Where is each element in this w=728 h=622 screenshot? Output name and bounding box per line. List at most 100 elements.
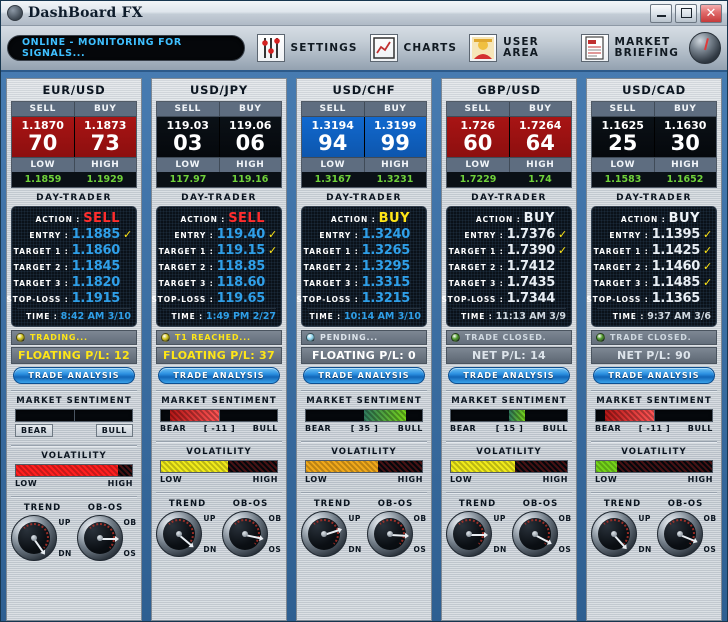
buy-price-cell[interactable]: 1.3199 99 (365, 117, 427, 157)
trade-value: 1.1395 (651, 227, 701, 242)
status-indicator-dot (596, 333, 605, 342)
bull-button[interactable]: BULL (95, 424, 133, 437)
trade-row-time: TIME : 1:49 PM 2/27 (162, 308, 276, 322)
sell-price-cell[interactable]: 119.03 03 (157, 117, 220, 157)
sentiment-meter[interactable] (305, 409, 423, 422)
action-check-spacer: ✓ (123, 212, 131, 225)
quote-lowhigh: 117.97 119.16 (157, 172, 281, 187)
trade-row: ENTRY : 1.1395 ✓ (597, 227, 712, 242)
trade-check-icon: ✓ (703, 260, 713, 273)
minimize-button[interactable] (650, 3, 672, 23)
gauge-titles: TREND OB-OS (301, 499, 427, 509)
trend-gauge (591, 511, 638, 557)
buy-price-cell[interactable]: 1.1630 30 (655, 117, 717, 157)
trade-row: ENTRY : 119.40 ✓ (162, 227, 277, 242)
action-value: SELL (228, 211, 265, 226)
sentiment-fill (509, 410, 526, 421)
buy-header: BUY (239, 104, 262, 114)
trade-check-icon: ✓ (123, 260, 131, 273)
bear-label: BEAR (305, 424, 332, 433)
section-divider (11, 496, 137, 497)
trade-check-icon: ✓ (268, 292, 276, 305)
buy-price-cell[interactable]: 1.7264 64 (510, 117, 572, 157)
trade-analysis-button[interactable]: TRADE ANALYSIS (13, 367, 135, 384)
action-check-spacer: ✓ (703, 212, 711, 225)
trade-analysis-label: TRADE ANALYSIS (173, 371, 265, 380)
trade-analysis-button[interactable]: TRADE ANALYSIS (593, 367, 715, 384)
trade-analysis-button[interactable]: TRADE ANALYSIS (303, 367, 425, 384)
sentiment-fill (364, 410, 406, 421)
quote-footer: LOW HIGH (157, 157, 281, 172)
profit-loss-strip: NET P/L: 14 (446, 347, 572, 364)
gauge-hub (676, 531, 683, 537)
sentiment-meter[interactable] (15, 409, 133, 422)
toolbar-item-market-briefing[interactable]: MARKET BRIEFING (580, 34, 679, 62)
volatility-low-label: LOW (595, 475, 618, 484)
maximize-button[interactable] (675, 3, 697, 23)
gauge-titles: TREND OB-OS (11, 503, 137, 513)
trade-row: TARGET 2 : 1.3295 ✓ (304, 259, 421, 274)
volatility-title: VOLATILITY (186, 447, 252, 457)
low-value: 117.97 (169, 174, 207, 185)
document-icon (580, 34, 609, 62)
trend-gauge (11, 515, 58, 561)
quote-box: SELL BUY 1.3194 94 1.3199 99 LOW HIGH 1.… (301, 101, 427, 188)
trade-analysis-button[interactable]: TRADE ANALYSIS (158, 367, 280, 384)
trade-status-text: T1 REACHED... (175, 333, 251, 342)
sell-header: SELL (302, 102, 365, 116)
obos-ob-label: OB (268, 514, 282, 523)
action-label: ACTION : (475, 215, 521, 224)
trade-label: STOP-LOSS : (441, 295, 504, 304)
close-button[interactable]: ✕ (700, 3, 722, 23)
profit-loss-strip: FLOATING P/L: 12 (11, 347, 137, 364)
bear-button[interactable]: BEAR (15, 424, 54, 437)
buy-header: BUY (674, 104, 697, 114)
volatility-meter (305, 460, 423, 473)
trade-analysis-button[interactable]: TRADE ANALYSIS (448, 367, 570, 384)
trade-label: ENTRY : (464, 231, 504, 240)
toolbar-item-charts[interactable]: CHARTS (369, 34, 458, 62)
trade-row: TARGET 2 : 1.1845 ✓ (14, 259, 131, 274)
obos-os-label: OS (123, 549, 137, 558)
trade-check-icon: ✓ (703, 244, 713, 257)
trade-label: TARGET 1 : (448, 247, 504, 256)
sell-price-cell[interactable]: 1.1870 70 (12, 117, 75, 157)
day-trader-title: DAY-TRADER (326, 193, 402, 203)
gauge-titles: TREND OB-OS (446, 499, 572, 509)
obos-gauge (221, 511, 268, 557)
sentiment-meter[interactable] (450, 409, 568, 422)
buy-pips: 64 (525, 131, 555, 155)
quote-prices: 119.03 03 119.06 06 (157, 117, 281, 157)
bear-label: BEAR (450, 424, 477, 433)
trade-row: TARGET 1 : 1.7390 ✓ (448, 243, 568, 258)
sell-price-cell[interactable]: 1.726 60 (447, 117, 510, 157)
trade-row-action: ACTION : SELL ✓ (17, 211, 131, 226)
trade-row: TARGET 1 : 1.3265 ✓ (304, 243, 421, 258)
sentiment-value: [ 15 ] (495, 424, 524, 433)
trade-value: 1.7412 (506, 259, 556, 274)
low-header: LOW (157, 158, 220, 172)
status-indicator-dot (306, 333, 315, 342)
trade-value: 119.15 (216, 243, 266, 258)
currency-panel: USD/JPY SELL BUY 119.03 03 119.06 06 LOW… (151, 78, 287, 621)
compass-gauge-icon[interactable] (689, 32, 721, 64)
volatility-section: VOLATILITY LOW HIGH (297, 442, 431, 486)
trade-row: TARGET 3 : 1.1485 ✓ (594, 275, 713, 290)
sell-price-cell[interactable]: 1.1625 25 (592, 117, 655, 157)
sentiment-meter[interactable] (160, 409, 278, 422)
trade-check-icon: ✓ (703, 292, 711, 305)
toolbar-item-user-area[interactable]: USER AREA (469, 34, 568, 62)
sell-price-cell[interactable]: 1.3194 94 (302, 117, 365, 157)
buy-pips: 73 (90, 131, 120, 155)
sentiment-meter[interactable] (595, 409, 713, 422)
toolbar-item-settings[interactable]: SETTINGS (256, 34, 358, 62)
status-indicator-dot (16, 333, 25, 342)
buy-price-cell[interactable]: 1.1873 73 (75, 117, 137, 157)
obos-title: OB-OS (377, 499, 414, 509)
profit-loss-strip: FLOATING P/L: 0 (301, 347, 427, 364)
trade-label: TARGET 3 : (13, 279, 69, 288)
buy-price-cell[interactable]: 119.06 06 (220, 117, 282, 157)
trade-status-strip: TRADING... (11, 330, 137, 345)
trade-label: TARGET 2 : (593, 263, 649, 272)
toolbar-label-market-briefing: MARKET BRIEFING (614, 36, 679, 59)
